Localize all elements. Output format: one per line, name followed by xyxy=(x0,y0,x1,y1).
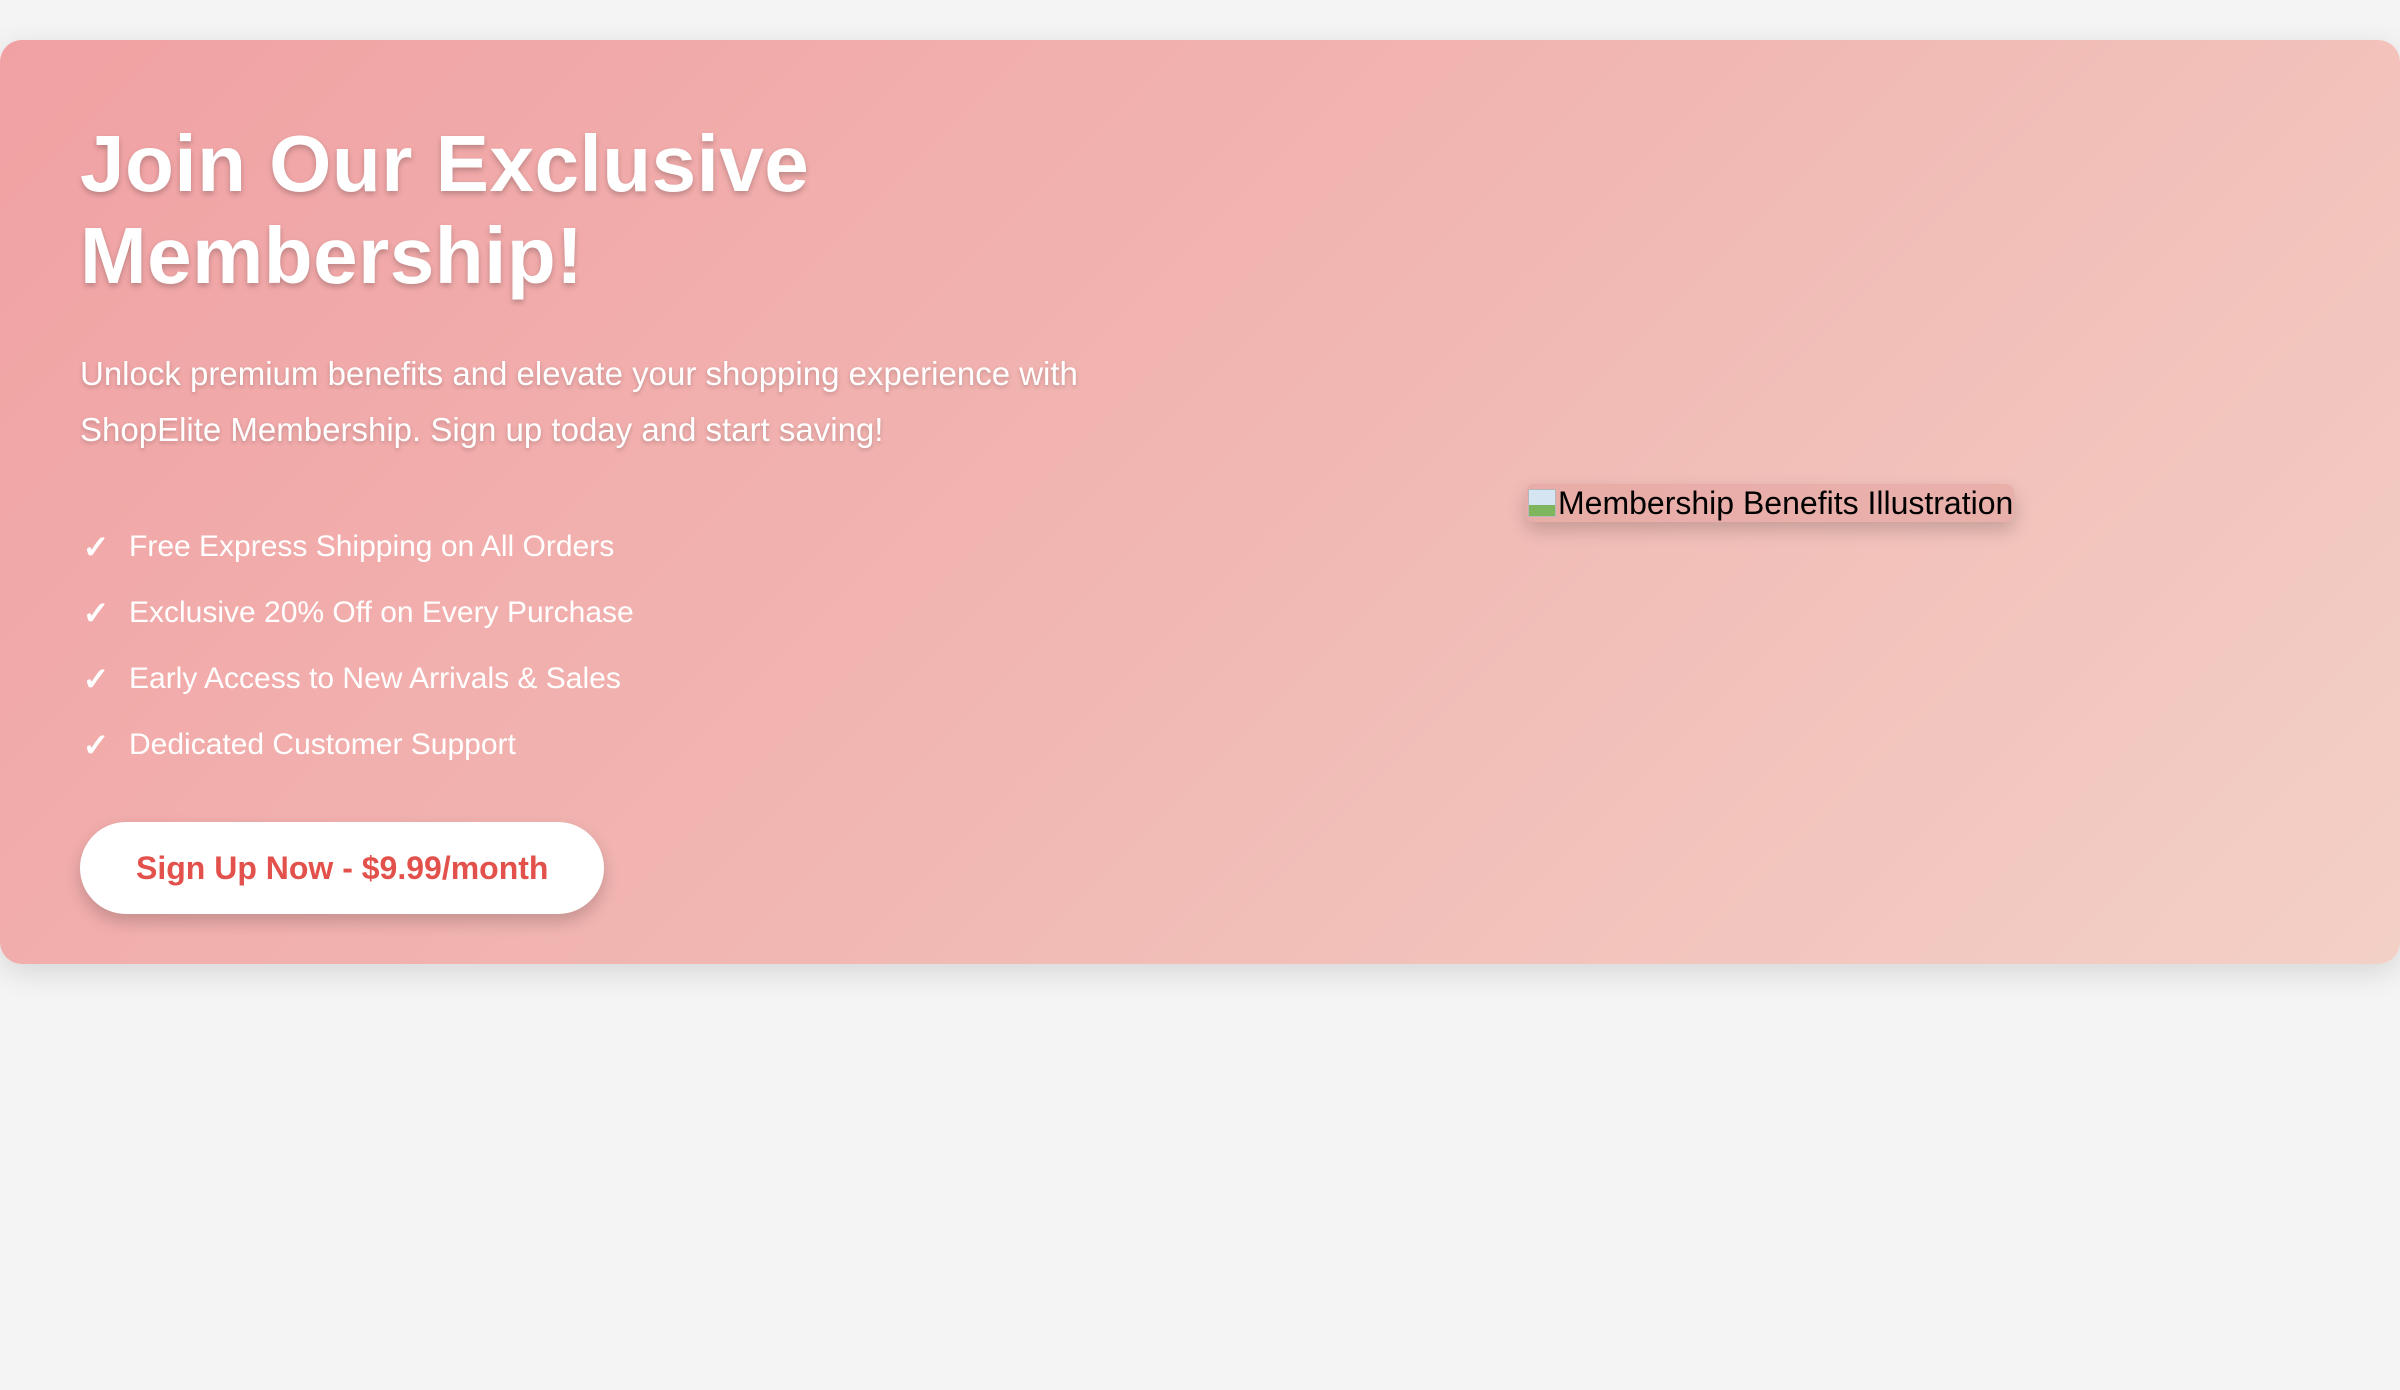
hero-content: Join Our Exclusive Membership! Unlock pr… xyxy=(80,118,1220,914)
benefit-item: ✓ Dedicated Customer Support xyxy=(80,712,1220,778)
sign-up-button[interactable]: Sign Up Now - $9.99/month xyxy=(80,822,605,914)
benefit-label: Exclusive 20% Off on Every Purchase xyxy=(129,596,634,629)
membership-hero: Join Our Exclusive Membership! Unlock pr… xyxy=(0,40,2400,964)
benefit-item: ✓ Free Express Shipping on All Orders xyxy=(80,514,1220,580)
checkmark-icon: ✓ xyxy=(82,529,110,565)
hero-title: Join Our Exclusive Membership! xyxy=(80,119,810,300)
membership-illustration: Membership Benefits Illustration xyxy=(1526,484,2014,522)
checkmark-icon: ✓ xyxy=(82,727,110,763)
benefit-label: Early Access to New Arrivals & Sales xyxy=(129,662,621,695)
checkmark-icon: ✓ xyxy=(82,595,110,631)
benefit-label: Dedicated Customer Support xyxy=(129,728,516,761)
hero-subtitle: Unlock premium benefits and elevate your… xyxy=(80,355,1078,448)
broken-image-icon xyxy=(1528,489,1556,517)
benefit-item: ✓ Early Access to New Arrivals & Sales xyxy=(80,646,1220,712)
checkmark-icon: ✓ xyxy=(82,661,110,697)
benefit-item: ✓ Exclusive 20% Off on Every Purchase xyxy=(80,580,1220,646)
image-alt-text: Membership Benefits Illustration xyxy=(1558,485,2014,521)
benefits-list: ✓ Free Express Shipping on All Orders ✓ … xyxy=(80,514,1220,778)
benefit-label: Free Express Shipping on All Orders xyxy=(129,530,615,563)
